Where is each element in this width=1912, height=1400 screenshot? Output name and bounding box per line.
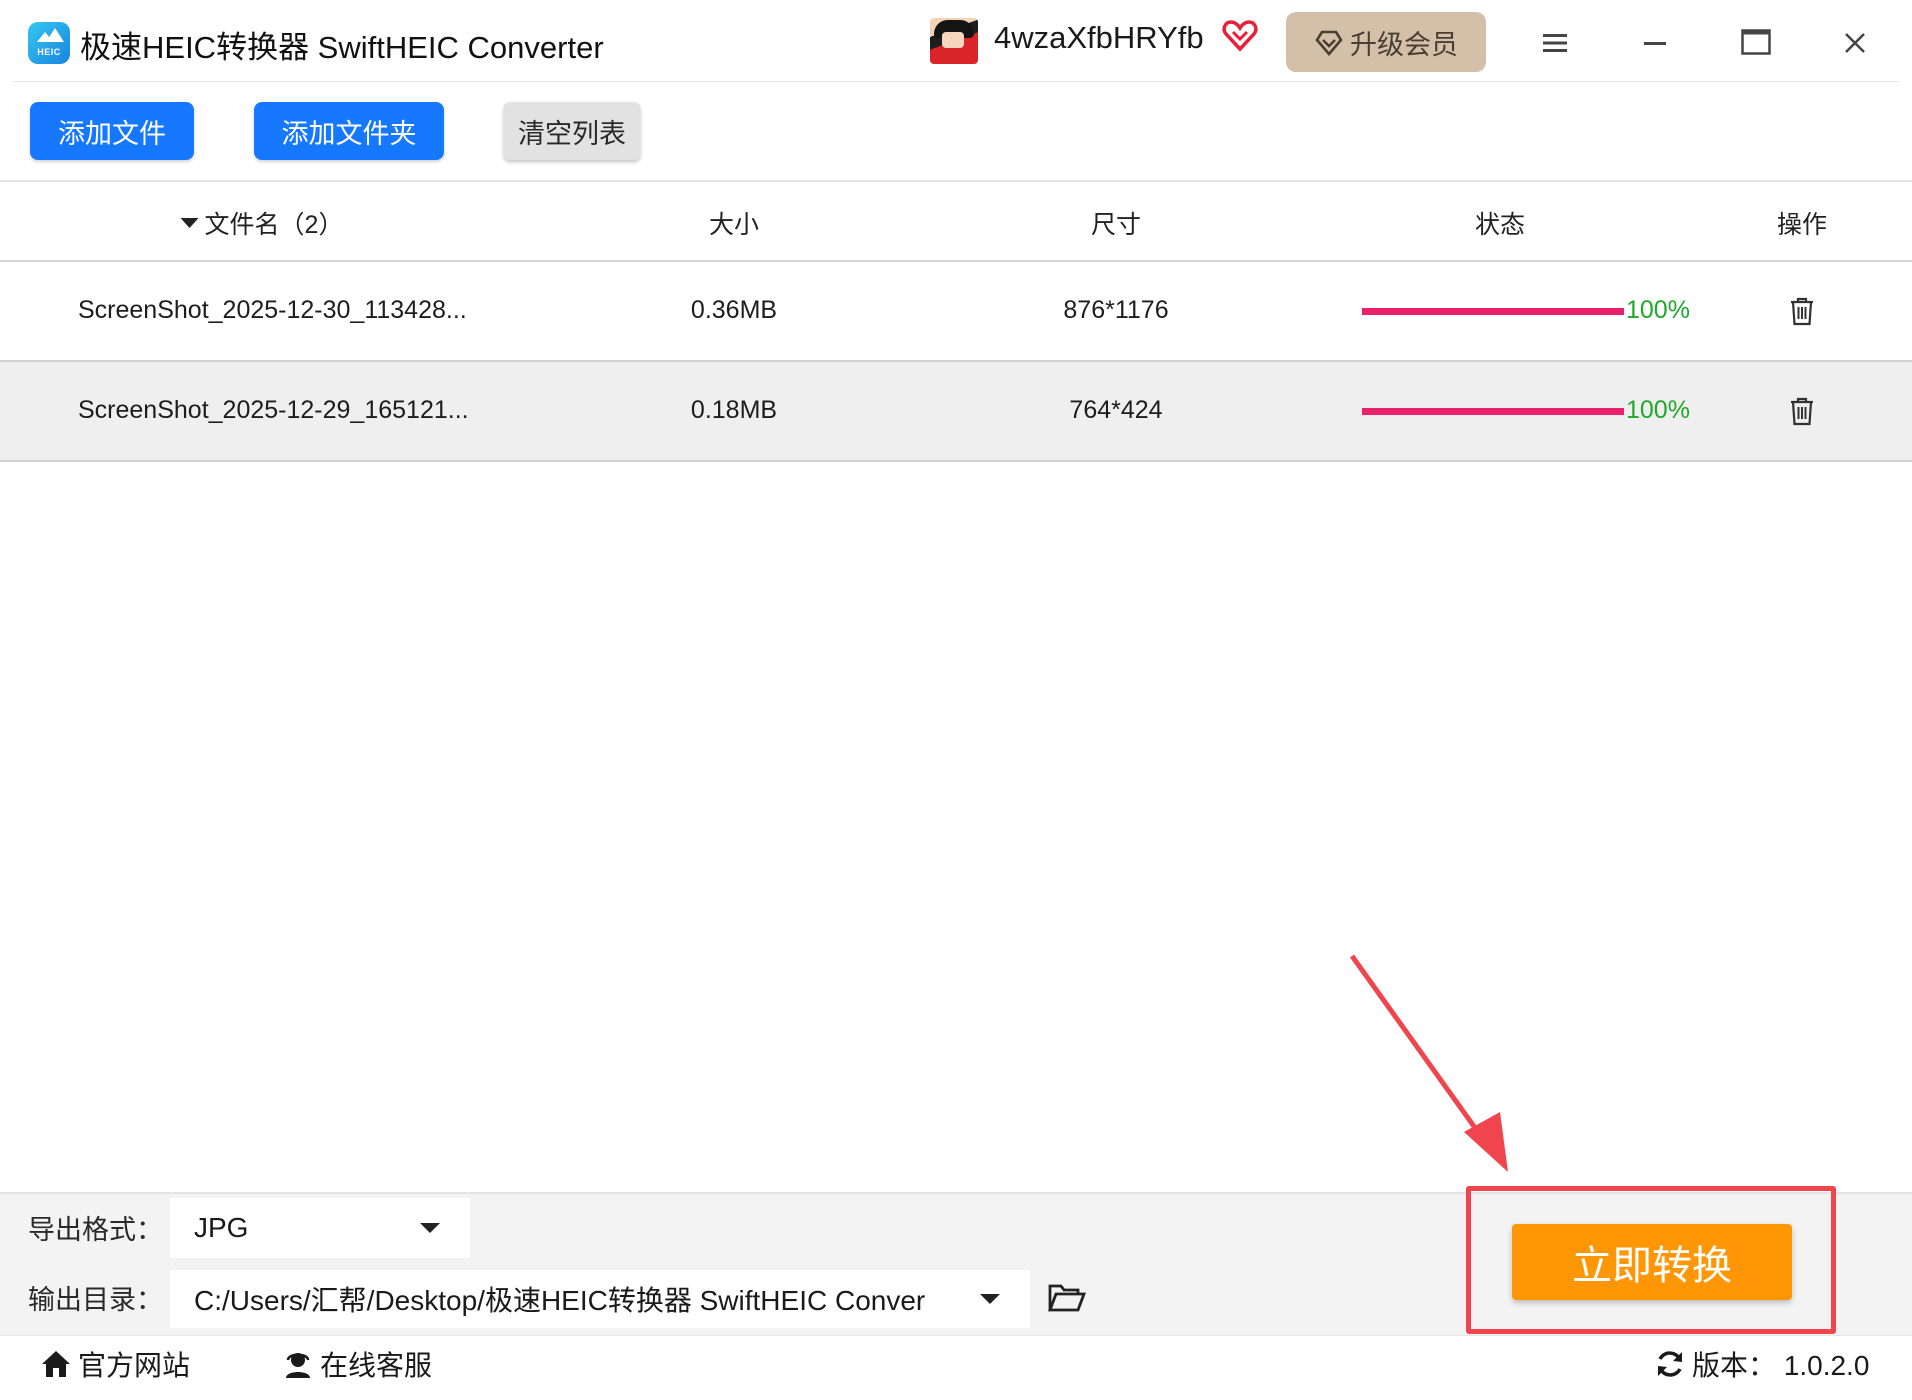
logo-peak — [46, 28, 64, 42]
table-row[interactable]: ScreenShot_2025-12-29_165121... 0.18MB 7… — [0, 362, 1912, 462]
progress-bar — [1362, 408, 1624, 415]
upgrade-label: 升级会员 — [1350, 29, 1458, 60]
export-format-label: 导出格式： — [28, 1215, 163, 1245]
add-file-button[interactable]: 添加文件 — [30, 102, 194, 160]
progress-fill — [1362, 308, 1624, 315]
app-logo-icon: HEIC — [28, 22, 70, 64]
official-website-link[interactable]: 官方网站 — [40, 1344, 190, 1384]
chevron-down-icon — [420, 1223, 440, 1233]
convert-now-button[interactable]: 立即转换 — [1512, 1224, 1792, 1300]
progress-percent: 100% — [1626, 296, 1690, 324]
minimize-icon[interactable] — [1640, 28, 1670, 58]
clear-list-button[interactable]: 清空列表 — [504, 102, 640, 160]
column-header-filename-label: 文件名（2） — [204, 211, 344, 239]
logo-text: HEIC — [37, 47, 61, 57]
home-icon — [42, 1351, 70, 1377]
file-size: 0.36MB — [690, 296, 778, 324]
close-icon[interactable] — [1840, 28, 1870, 58]
file-size: 0.18MB — [690, 396, 778, 424]
maximize-icon[interactable] — [1740, 26, 1772, 58]
progress-percent: 100% — [1626, 396, 1690, 424]
column-header-status: 状态 — [1474, 211, 1526, 239]
open-folder-icon[interactable] — [1048, 1282, 1086, 1314]
column-header-size[interactable]: 大小 — [709, 205, 759, 241]
file-name: ScreenShot_2025-12-29_165121... — [78, 396, 469, 424]
user-avatar[interactable] — [930, 18, 978, 64]
headset-icon — [286, 1353, 310, 1378]
sort-desc-icon — [180, 218, 199, 228]
toolbar-divider — [0, 180, 1912, 182]
column-header-dimensions[interactable]: 尺寸 — [1091, 205, 1141, 241]
output-dir-value: C:/Users/汇帮/Desktop/极速HEIC转换器 SwiftHEIC … — [194, 1285, 926, 1316]
delete-icon[interactable] — [1788, 396, 1816, 426]
annotation-arrow — [1349, 954, 1508, 1172]
column-header-actions: 操作 — [1776, 211, 1828, 239]
official-website-label: 官方网站 — [78, 1350, 191, 1381]
version-label: 版本： 1.0.2.0 — [1692, 1350, 1870, 1381]
online-service-label: 在线客服 — [320, 1350, 433, 1381]
upgrade-member-button[interactable]: 升级会员 — [1286, 12, 1486, 72]
export-format-value: JPG — [194, 1212, 249, 1243]
chevron-down-icon — [980, 1294, 1000, 1304]
column-header-filename[interactable]: 文件名（2） — [180, 205, 344, 241]
title-bar-divider — [12, 81, 1900, 82]
delete-icon[interactable] — [1788, 296, 1816, 326]
online-service-link[interactable]: 在线客服 — [282, 1344, 432, 1384]
progress-bar — [1362, 308, 1624, 315]
add-folder-button[interactable]: 添加文件夹 — [254, 102, 444, 160]
menu-icon[interactable] — [1540, 28, 1570, 58]
file-dimensions: 764*424 — [1069, 396, 1163, 424]
file-dimensions: 876*1176 — [1063, 296, 1169, 324]
version-info[interactable]: 版本： 1.0.2.0 — [1654, 1344, 1869, 1384]
progress-fill — [1362, 408, 1624, 415]
table-row[interactable]: ScreenShot_2025-12-30_113428... 0.36MB 8… — [0, 262, 1912, 362]
output-dir-label: 输出目录： — [28, 1285, 163, 1315]
file-name: ScreenShot_2025-12-30_113428... — [78, 296, 467, 324]
diamond-icon — [1315, 30, 1343, 56]
username[interactable]: 4wzaXfbHRYfb — [994, 20, 1204, 56]
refresh-icon — [1658, 1351, 1682, 1377]
export-format-select[interactable]: JPG — [170, 1198, 470, 1258]
vip-heart-icon — [1222, 20, 1258, 52]
output-dir-select[interactable]: C:/Users/汇帮/Desktop/极速HEIC转换器 SwiftHEIC … — [170, 1270, 1030, 1328]
app-title: 极速HEIC转换器 SwiftHEIC Converter — [80, 30, 604, 65]
